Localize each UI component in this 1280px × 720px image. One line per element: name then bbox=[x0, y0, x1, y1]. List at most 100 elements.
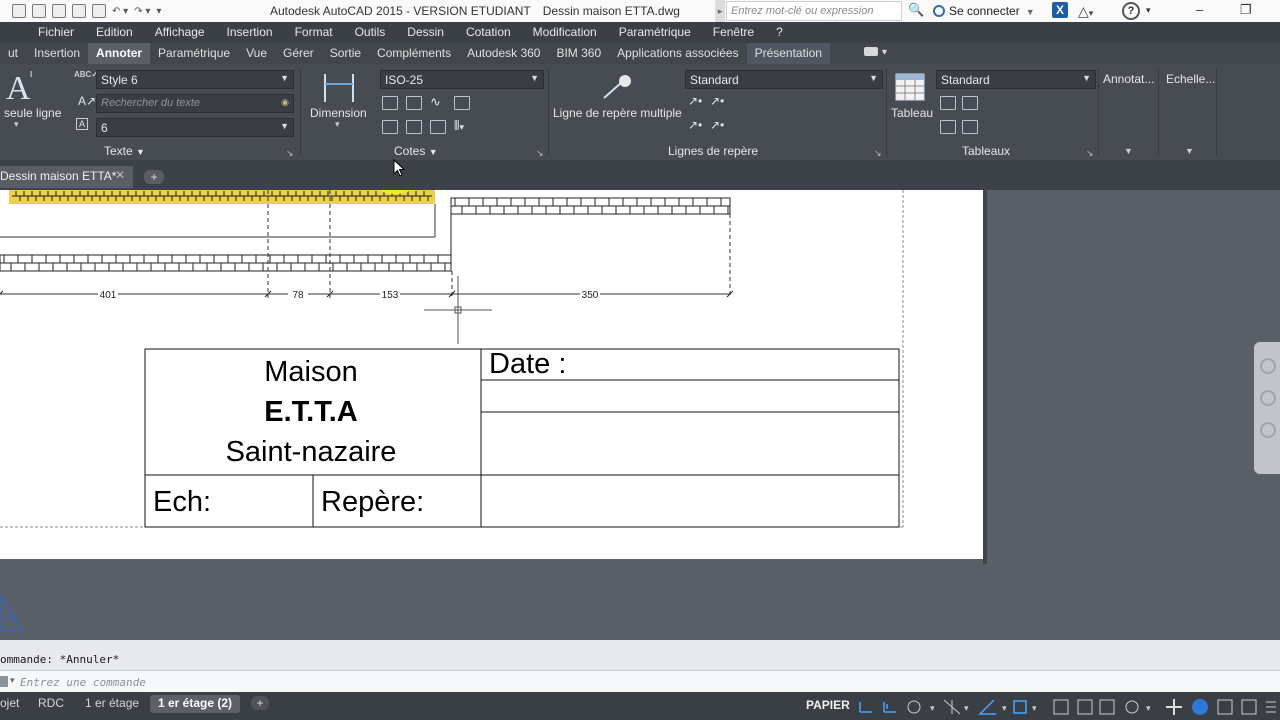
dim-break-icon[interactable]: ∿ bbox=[430, 94, 441, 110]
command-history-dropdown-icon[interactable]: ▾ bbox=[10, 675, 15, 686]
ribbon-tab-9[interactable]: BIM 360 bbox=[548, 43, 609, 64]
find-text-input[interactable]: Rechercher du texte ◉ bbox=[96, 94, 294, 113]
pan-icon[interactable] bbox=[1260, 390, 1276, 406]
dim-jog-icon[interactable]: ⫴▾ bbox=[454, 118, 464, 134]
help-icon[interactable]: ? bbox=[1122, 2, 1140, 20]
osnap-tracking-icon[interactable] bbox=[1013, 700, 1027, 714]
dim-space-icon[interactable] bbox=[406, 120, 422, 134]
dim-quick-icon[interactable] bbox=[406, 96, 422, 110]
command-line-icon[interactable] bbox=[0, 676, 8, 687]
menu-item-6[interactable]: Dessin bbox=[407, 25, 444, 39]
grid-icon[interactable] bbox=[859, 702, 872, 713]
chevron-down-icon[interactable]: ▾ bbox=[964, 703, 969, 713]
paper-space-toggle[interactable]: PAPIER bbox=[806, 698, 850, 712]
text-tool-dropdown-icon[interactable]: ▾ bbox=[14, 119, 19, 130]
chevron-down-icon[interactable]: ▾ bbox=[1146, 703, 1151, 713]
command-input[interactable] bbox=[20, 673, 620, 691]
dimension-tool-icon[interactable] bbox=[322, 70, 356, 104]
text-height-select[interactable]: 6 ▼ bbox=[96, 118, 294, 137]
annotation-visibility-icon[interactable] bbox=[1099, 699, 1115, 715]
leaders-panel-launcher-icon[interactable]: ↘ bbox=[874, 148, 882, 159]
chevron-down-icon[interactable]: ▾ bbox=[1002, 703, 1007, 713]
hardware-acceleration-icon[interactable] bbox=[1192, 699, 1208, 715]
ribbon-tab-8[interactable]: Autodesk 360 bbox=[459, 43, 548, 64]
tables-panel-label[interactable]: Tableaux bbox=[962, 144, 1010, 158]
dimensions-panel-label[interactable]: Cotes ▼ bbox=[394, 144, 438, 158]
navigation-bar[interactable] bbox=[1254, 342, 1280, 474]
minimize-icon[interactable]: – bbox=[1196, 2, 1203, 17]
dim-adjust-icon[interactable] bbox=[454, 96, 470, 110]
menu-item-2[interactable]: Affichage bbox=[155, 25, 205, 39]
ribbon-tab-7[interactable]: Compléments bbox=[369, 43, 459, 64]
leaders-panel-label[interactable]: Lignes de repère bbox=[668, 144, 758, 158]
help-dropdown-icon[interactable]: ▾ bbox=[1146, 5, 1151, 16]
dimension-style-select[interactable]: ISO-25 ▼ bbox=[380, 70, 544, 89]
polar-tracking-icon[interactable] bbox=[907, 700, 921, 714]
text-style-select[interactable]: Style 6 ▼ bbox=[96, 70, 294, 89]
customize-quick-access-icon[interactable]: ▾ bbox=[156, 6, 161, 17]
new-file-icon[interactable] bbox=[12, 4, 26, 18]
isodraft-icon[interactable] bbox=[943, 699, 961, 715]
layout-grid-icon[interactable] bbox=[1053, 699, 1069, 715]
ribbon-tab-3[interactable]: Paramétrique bbox=[150, 43, 238, 64]
new-tab-button[interactable]: + bbox=[144, 170, 164, 184]
clean-screen-icon[interactable] bbox=[1241, 699, 1257, 715]
isolate-objects-icon[interactable] bbox=[1217, 699, 1233, 715]
viewport-scale-icon[interactable] bbox=[1077, 699, 1093, 715]
object-snap-icon[interactable] bbox=[978, 699, 996, 715]
steering-wheel-icon[interactable] bbox=[1260, 358, 1276, 374]
layout-tab-1er-etage-2[interactable]: 1 er étage (2) bbox=[150, 695, 241, 713]
ribbon-tab-6[interactable]: Sortie bbox=[322, 43, 369, 64]
menu-item-10[interactable]: Fenêtre bbox=[713, 25, 754, 39]
ribbon-tab-4[interactable]: Vue bbox=[238, 43, 275, 64]
table-tool-icon[interactable] bbox=[894, 72, 926, 102]
layout-tab-1er-etage[interactable]: 1 er étage bbox=[85, 695, 139, 713]
menu-item-5[interactable]: Outils bbox=[355, 25, 386, 39]
title-divider-arrow[interactable]: ▸ bbox=[715, 0, 725, 22]
find-text-icon[interactable]: A↗ bbox=[78, 94, 96, 108]
workspace-gear-icon[interactable] bbox=[1125, 700, 1139, 714]
redo-icon[interactable]: ↷ ▾ bbox=[134, 6, 150, 17]
zoom-icon[interactable] bbox=[1260, 422, 1276, 438]
single-line-text-button[interactable]: seule ligne bbox=[4, 106, 61, 120]
exchange-apps-icon[interactable]: X bbox=[1052, 2, 1068, 18]
ribbon-tab-11[interactable]: Présentation bbox=[746, 43, 830, 64]
ribbon-tab-0[interactable]: ut bbox=[0, 43, 26, 64]
menu-item-3[interactable]: Insertion bbox=[227, 25, 273, 39]
dim-continue-icon[interactable] bbox=[382, 96, 398, 110]
multileader-tool-icon[interactable] bbox=[600, 72, 634, 102]
remove-leader-icon[interactable]: ↗• bbox=[710, 94, 724, 108]
upload-source-icon[interactable] bbox=[962, 120, 978, 134]
download-source-icon[interactable] bbox=[940, 120, 956, 134]
text-panel-launcher-icon[interactable]: ↘ bbox=[286, 148, 294, 159]
multileader-button[interactable]: Ligne de repère multiple bbox=[553, 106, 682, 120]
ribbon-tab-10[interactable]: Applications associées bbox=[609, 43, 746, 64]
scale-panel-dropdown-icon[interactable]: ▼ bbox=[1185, 146, 1194, 156]
menu-item-8[interactable]: Modification bbox=[533, 25, 597, 39]
ribbon-tab-1[interactable]: Insertion bbox=[26, 43, 88, 64]
tables-panel-launcher-icon[interactable]: ↘ bbox=[1086, 148, 1094, 159]
menu-item-4[interactable]: Format bbox=[295, 25, 333, 39]
customization-icon[interactable] bbox=[1266, 701, 1276, 713]
open-file-icon[interactable] bbox=[32, 4, 46, 18]
spell-check-icon[interactable]: ABC✓ bbox=[74, 70, 98, 79]
link-data-icon[interactable] bbox=[962, 96, 978, 110]
table-button[interactable]: Tableau bbox=[891, 106, 933, 120]
sign-in-button[interactable]: Se connecter ▼ bbox=[933, 4, 1035, 18]
snap-icon[interactable] bbox=[883, 702, 896, 713]
collect-leader-icon[interactable]: ↗• bbox=[710, 118, 724, 132]
dimension-button[interactable]: Dimension bbox=[310, 106, 367, 120]
menu-item-0[interactable]: Fichier bbox=[38, 25, 74, 39]
layout-tab-model[interactable]: ojet bbox=[0, 695, 20, 713]
help-search-input[interactable]: Entrez mot-clé ou expression bbox=[726, 1, 902, 21]
save-as-icon[interactable] bbox=[72, 4, 86, 18]
drawing-viewport[interactable]: 401 78 153 350 Maison E.T.T.A Saint-naza… bbox=[0, 190, 1280, 640]
multileader-style-select[interactable]: Standard ▼ bbox=[685, 70, 883, 89]
find-binoculars-icon[interactable]: ◉ bbox=[281, 97, 289, 108]
menu-item-1[interactable]: Edition bbox=[96, 25, 133, 39]
save-icon[interactable] bbox=[52, 4, 66, 18]
dimension-dropdown-icon[interactable]: ▾ bbox=[335, 119, 340, 130]
table-style-select[interactable]: Standard ▼ bbox=[936, 70, 1096, 89]
chevron-down-icon[interactable]: ▾ bbox=[930, 703, 935, 713]
add-layout-button[interactable]: + bbox=[251, 696, 269, 710]
